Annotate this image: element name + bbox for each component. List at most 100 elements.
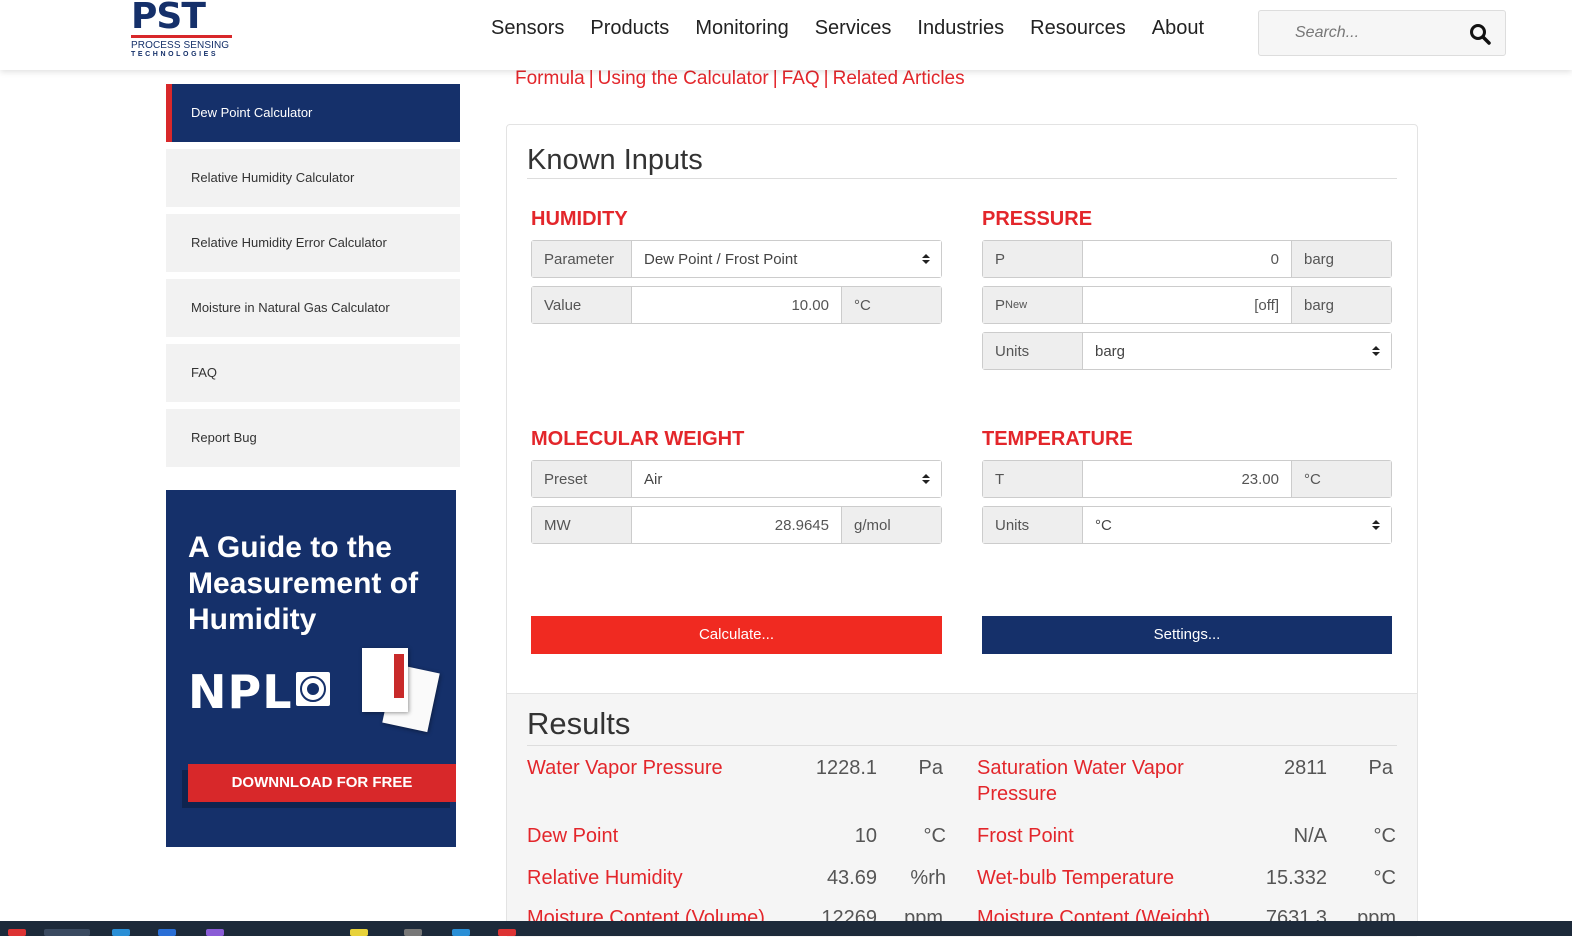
mw-unit: g/mol (841, 507, 941, 543)
known-inputs-heading: Known Inputs (527, 144, 703, 176)
pressure-units-label: Units (983, 333, 1083, 369)
mw-preset-group: Preset Air (531, 460, 942, 498)
result-value-frost-point: N/A (1293, 825, 1327, 847)
sidebar-item-report-bug[interactable]: Report Bug (166, 409, 460, 467)
pressure-units-select[interactable]: barg (1083, 333, 1391, 369)
taskbar-app-icon[interactable] (8, 929, 26, 936)
result-unit-dew-point: °C (923, 825, 946, 847)
molecular-weight-heading: MOLECULAR WEIGHT (531, 428, 745, 450)
anchor-separator: | (823, 68, 829, 89)
logo-underline (131, 35, 232, 38)
result-label-frost-point: Frost Point (977, 825, 1074, 847)
t-label: T (983, 461, 1083, 497)
result-label-water-vapor-pressure: Water Vapor Pressure (527, 757, 723, 779)
sidebar-item-relative-humidity-calculator[interactable]: Relative Humidity Calculator (166, 149, 460, 207)
pressure-pnew-unit: barg (1291, 287, 1391, 323)
anchor-related-articles[interactable]: Related Articles (833, 68, 965, 89)
top-navbar: PST PROCESS SENSING TECHNOLOGIES Sensors… (0, 0, 1572, 70)
main-nav: Sensors Products Monitoring Services Ind… (491, 17, 1230, 40)
npl-seal-icon (296, 672, 330, 706)
taskbar-app-icon[interactable] (112, 929, 130, 936)
divider (527, 745, 1397, 746)
anchor-using-calculator[interactable]: Using the Calculator (598, 68, 769, 89)
mw-preset-value: Air (644, 470, 663, 488)
nav-resources[interactable]: Resources (1030, 17, 1126, 40)
mw-value-input[interactable]: 28.9645 (632, 507, 841, 543)
npl-logo: NPL (188, 665, 293, 719)
taskbar-app-icon[interactable] (206, 929, 224, 936)
result-value-relative-humidity: 43.69 (826, 867, 877, 889)
humidity-parameter-select[interactable]: Dew Point / Frost Point (632, 241, 941, 277)
taskbar-app-icon[interactable] (404, 929, 422, 936)
pressure-pnew-input[interactable]: [off] (1083, 287, 1291, 323)
result-value-saturation-pressure: 2811 (1283, 757, 1327, 779)
promo-title: A Guide to the Measurement of Humidity (188, 531, 419, 636)
sidebar-item-faq[interactable]: FAQ (166, 344, 460, 402)
select-arrows-icon (1372, 346, 1380, 356)
pressure-p-unit: barg (1291, 241, 1391, 277)
temperature-t-unit: °C (1291, 461, 1391, 497)
sidebar-item-natural-gas-calculator[interactable]: Moisture in Natural Gas Calculator (166, 279, 460, 337)
pressure-units-group: Units barg (982, 332, 1392, 370)
search-icon[interactable] (1469, 23, 1491, 45)
result-unit-saturation-pressure: Pa (1368, 757, 1393, 779)
result-value-water-vapor-pressure: 1228.1 (815, 757, 877, 779)
pressure-p-input[interactable]: 0 (1083, 241, 1291, 277)
taskbar-app-icon[interactable] (498, 929, 516, 936)
taskbar-app-icon[interactable] (452, 929, 470, 936)
select-arrows-icon (922, 254, 930, 264)
nav-industries[interactable]: Industries (917, 17, 1004, 40)
pnew-label-sub: New (1005, 299, 1028, 311)
temperature-units-select[interactable]: °C (1083, 507, 1391, 543)
pst-logo[interactable]: PST PROCESS SENSING TECHNOLOGIES (131, 0, 235, 58)
page-anchor-links: Formula | Using the Calculator | FAQ | Related… (515, 68, 965, 90)
humidity-parameter-group: Parameter Dew Point / Frost Point (531, 240, 942, 278)
result-label-relative-humidity: Relative Humidity (527, 867, 683, 889)
sidebar-item-rh-error-calculator[interactable]: Relative Humidity Error Calculator (166, 214, 460, 272)
preset-label: Preset (532, 461, 632, 497)
taskbar-app-icon[interactable] (158, 929, 176, 936)
anchor-separator: | (772, 68, 778, 89)
nav-sensors[interactable]: Sensors (491, 17, 564, 40)
temperature-heading: TEMPERATURE (982, 428, 1133, 450)
humidity-value-unit: °C (841, 287, 941, 323)
mw-value-group: MW 28.9645 g/mol (531, 506, 942, 544)
mw-preset-select[interactable]: Air (632, 461, 941, 497)
anchor-formula[interactable]: Formula (515, 68, 585, 89)
anchor-faq[interactable]: FAQ (782, 68, 820, 89)
temperature-t-input[interactable]: 23.00 (1083, 461, 1291, 497)
results-section (507, 693, 1417, 937)
settings-button[interactable]: Settings... (982, 616, 1392, 654)
temperature-units-label: Units (983, 507, 1083, 543)
result-label-wet-bulb: Wet-bulb Temperature (977, 867, 1175, 889)
pressure-heading: PRESSURE (982, 208, 1093, 230)
search-input[interactable] (1259, 11, 1459, 55)
anchor-separator: | (588, 68, 594, 89)
mw-label: MW (532, 507, 632, 543)
nav-monitoring[interactable]: Monitoring (695, 17, 788, 40)
nav-about[interactable]: About (1152, 17, 1204, 40)
value-label: Value (532, 287, 632, 323)
download-guide-button[interactable]: DOWNNLOAD FOR FREE (188, 764, 456, 802)
result-value-dew-point: 10 (854, 825, 877, 847)
humidity-heading: HUMIDITY (531, 208, 628, 230)
taskbar-app-icon[interactable] (44, 929, 90, 936)
result-unit-water-vapor-pressure: Pa (918, 757, 943, 779)
taskbar-app-icon[interactable] (350, 929, 368, 936)
sidebar-item-dew-point-calculator[interactable]: Dew Point Calculator (166, 84, 460, 142)
humidity-value-input[interactable]: 10.00 (632, 287, 841, 323)
humidity-guide-promo[interactable]: A Guide to the Measurement of Humidity N… (166, 490, 456, 847)
select-arrows-icon (922, 474, 930, 484)
temperature-units-value: °C (1095, 516, 1112, 534)
nav-services[interactable]: Services (815, 17, 892, 40)
pnew-label-main: P (995, 296, 1006, 314)
p-label: P (983, 241, 1083, 277)
select-arrows-icon (1372, 520, 1380, 530)
calculate-button[interactable]: Calculate... (531, 616, 942, 654)
results-heading: Results (527, 706, 631, 741)
result-label-saturation-pressure: Saturation Water Vapor Pressure (977, 757, 1184, 805)
result-unit-frost-point: °C (1373, 825, 1396, 847)
nav-products[interactable]: Products (590, 17, 669, 40)
temperature-t-group: T 23.00 °C (982, 460, 1392, 498)
pnew-label: P New (983, 287, 1083, 323)
